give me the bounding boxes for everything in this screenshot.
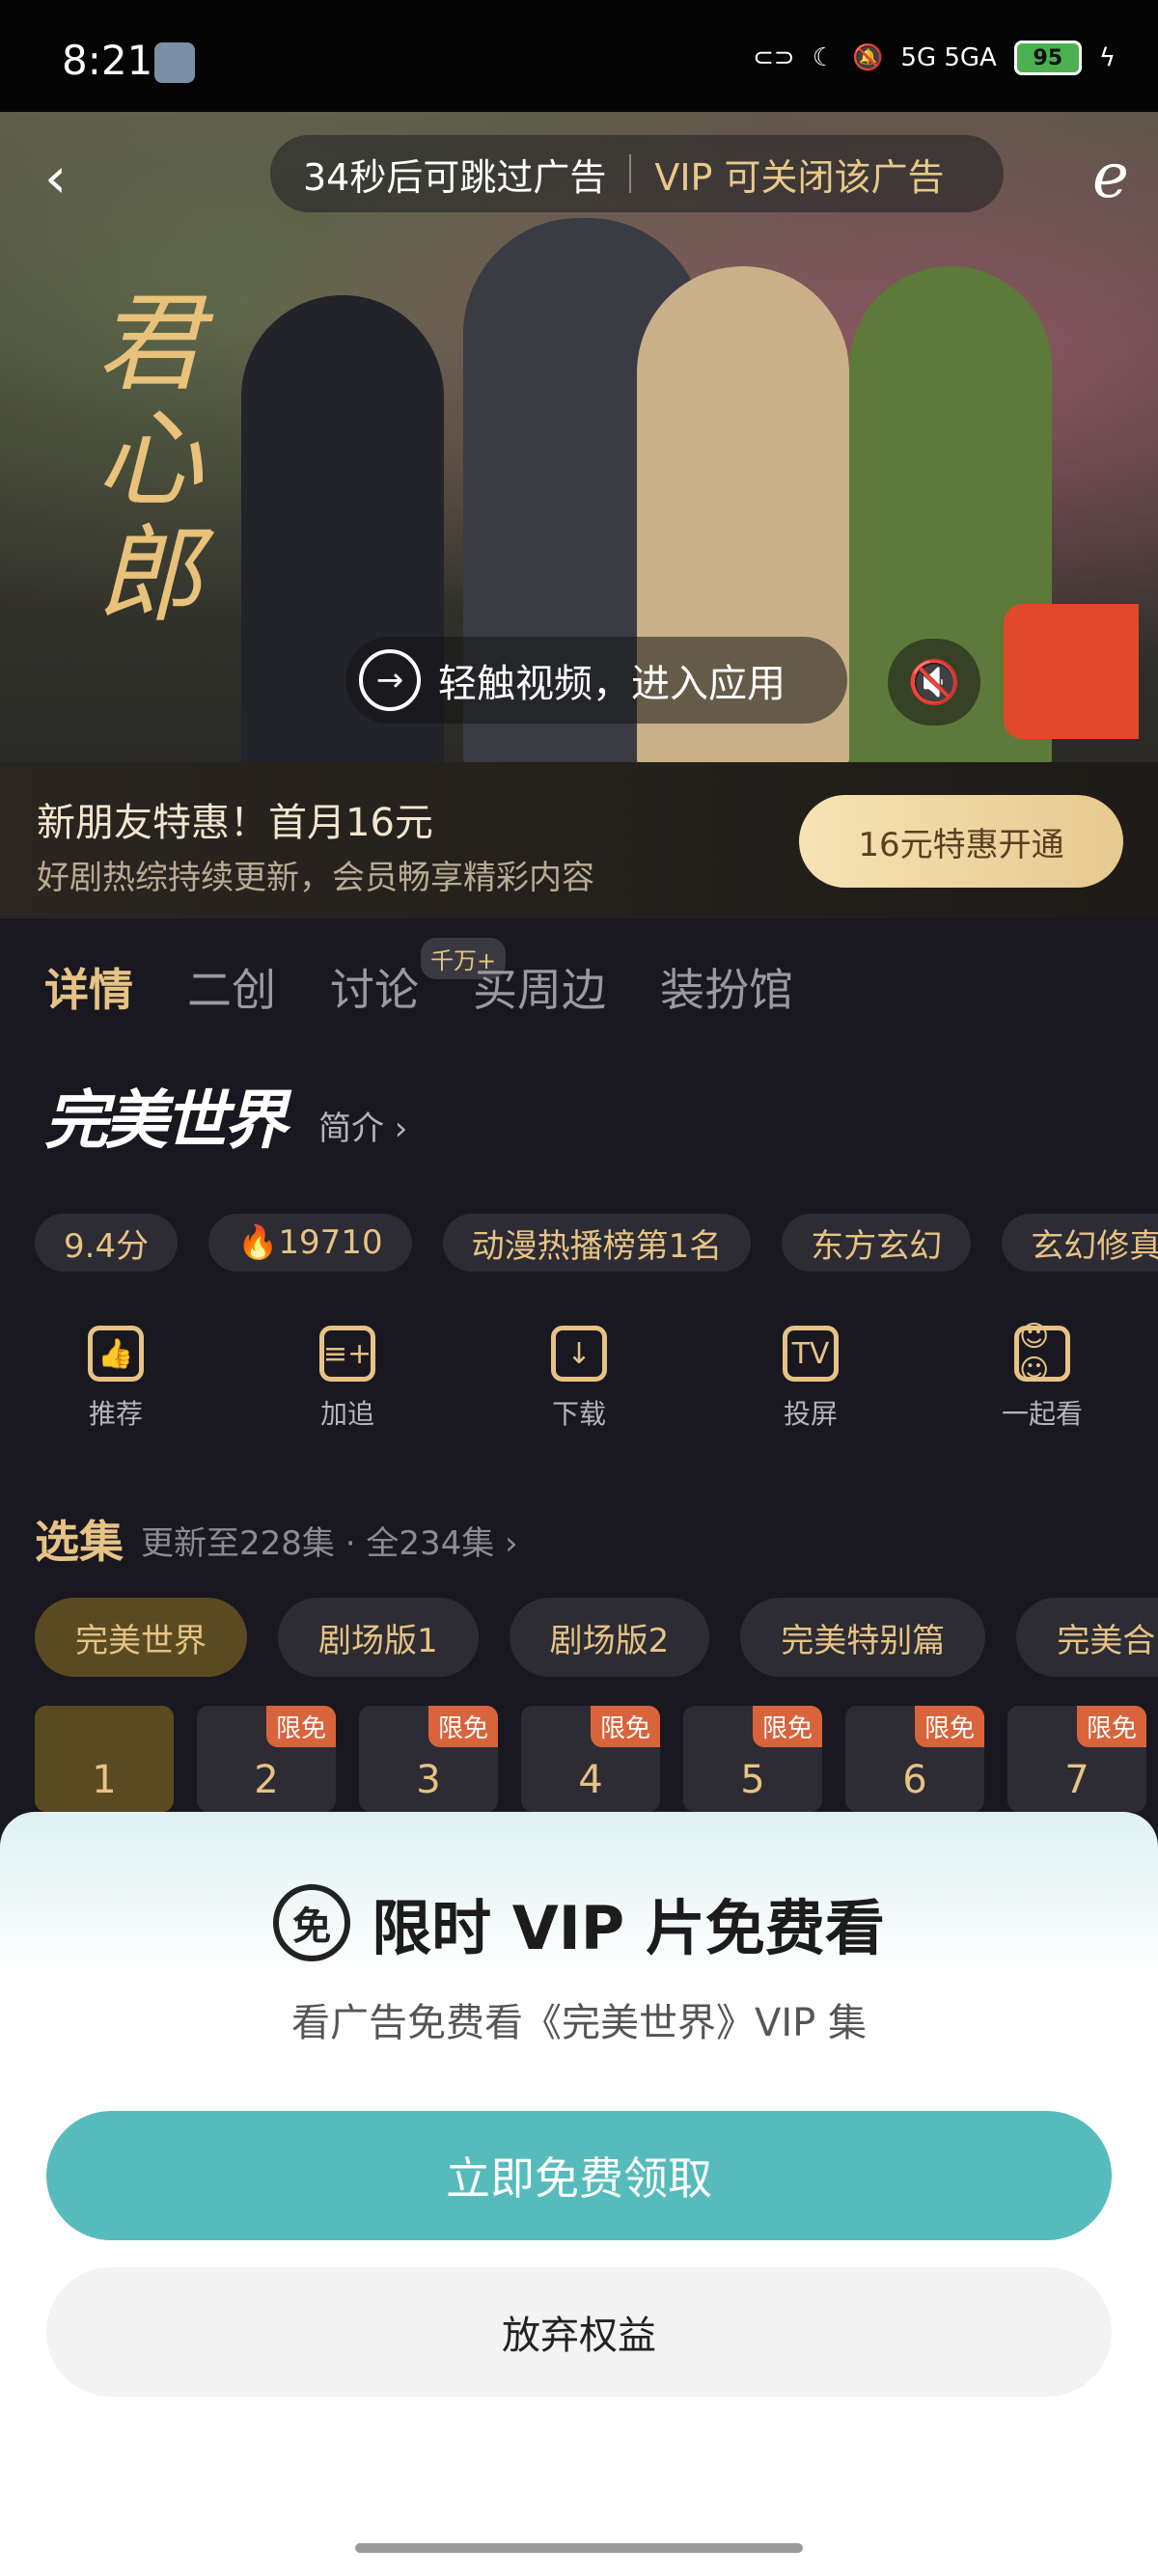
sheet-description: 看广告免费看《完美世界》VIP 集 xyxy=(291,2001,867,2045)
sheet-title: 限时 VIP 片免费看 xyxy=(372,1893,885,1963)
season-selector: 完美世界 剧场版1 剧场版2 完美特别篇 完美合 xyxy=(35,1598,1158,1677)
download-button[interactable]: ↓ 下载 xyxy=(463,1326,695,1432)
free-badge: 限免 xyxy=(752,1706,822,1747)
ad-skip-countdown: 34秒后可跳过广告 xyxy=(303,155,607,199)
episode-tile[interactable]: 限免 7 xyxy=(1007,1706,1146,1812)
season-chip[interactable]: 完美世界 xyxy=(35,1598,247,1677)
tab-discussion-label: 讨论 xyxy=(330,964,419,1016)
episode-tile[interactable]: 限免 4 xyxy=(521,1706,660,1812)
promo-subscribe-button[interactable]: 16元特惠开通 xyxy=(799,795,1123,888)
season-chip[interactable]: 完美特别篇 xyxy=(740,1598,986,1677)
ad-brand-logo xyxy=(1004,604,1139,739)
wrench-icon xyxy=(154,42,195,83)
episode-tile[interactable]: 1 xyxy=(35,1706,174,1812)
episode-tile[interactable]: 限免 2 xyxy=(197,1706,336,1812)
cast-button[interactable]: TV 投屏 xyxy=(695,1326,926,1432)
episode-number: 4 xyxy=(578,1758,603,1802)
promo-title: 新朋友特惠！首月16元 xyxy=(37,801,433,845)
rating-chip[interactable]: 9.4分 xyxy=(35,1214,179,1272)
add-to-list-icon: ≡+ xyxy=(319,1326,375,1382)
vip-close-ad-link[interactable]: VIP 可关闭该广告 xyxy=(654,148,944,201)
download-icon: ↓ xyxy=(551,1326,607,1382)
back-button[interactable]: ‹ xyxy=(44,150,102,208)
episode-number: 6 xyxy=(902,1758,927,1802)
promo-subtitle: 好剧热综持续更新，会员畅享精彩内容 xyxy=(37,859,594,897)
mute-button[interactable]: 🔇 xyxy=(888,639,980,726)
show-logo: 完美世界 xyxy=(44,1082,288,1158)
status-time: 8:21 xyxy=(62,37,153,84)
link-icon: ⊂⊃ xyxy=(753,43,795,72)
free-badge: 限免 xyxy=(427,1706,498,1747)
episode-tile[interactable]: 限免 5 xyxy=(683,1706,822,1812)
genre-chip[interactable]: 东方玄幻 xyxy=(782,1214,972,1272)
enter-app-label: 轻触视频，进入应用 xyxy=(438,662,786,706)
action-label: 推荐 xyxy=(88,1398,143,1430)
action-label: 一起看 xyxy=(1001,1398,1083,1430)
signal-icon: 5G 5GA xyxy=(900,43,997,72)
genre-chip[interactable]: 玄幻修真 xyxy=(1002,1214,1158,1272)
free-badge-icon: 免 xyxy=(273,1884,351,1961)
video-title-art: 君心郎 xyxy=(96,282,203,637)
episode-number: 5 xyxy=(740,1758,765,1802)
episode-number: 2 xyxy=(254,1758,279,1802)
status-bar: 8:21 ⊂⊃ ☾ 🔕 5G 5GA 95 ϟ xyxy=(0,0,1158,112)
telecom-logo-icon: ℯ xyxy=(1092,141,1129,212)
tab-discussion[interactable]: 讨论 千万+ xyxy=(330,938,507,1023)
episode-tile[interactable]: 限免 3 xyxy=(359,1706,498,1812)
episode-number: 3 xyxy=(416,1758,441,1802)
decline-button[interactable]: 放弃权益 xyxy=(46,2267,1112,2397)
watch-together-icon: ☺☺ xyxy=(1014,1320,1070,1387)
claim-free-button[interactable]: 立即免费领取 xyxy=(46,2111,1112,2240)
charging-icon: ϟ xyxy=(1098,43,1116,72)
action-label: 加追 xyxy=(319,1398,374,1430)
free-vip-sheet: 免 限时 VIP 片免费看 看广告免费看《完美世界》VIP 集 立即免费领取 放… xyxy=(0,1812,1158,2576)
tab-fan-creations[interactable]: 二创 xyxy=(187,955,276,1023)
tab-details[interactable]: 详情 xyxy=(44,955,133,1023)
follow-button[interactable]: ≡+ 加追 xyxy=(232,1326,463,1432)
action-bar: 👍 推荐 ≡+ 加追 ↓ 下载 TV 投屏 ☺☺ 一起看 xyxy=(0,1320,1158,1432)
tab-dressup[interactable]: 装扮馆 xyxy=(660,955,793,1023)
episode-number: 7 xyxy=(1064,1758,1089,1802)
free-badge: 限免 xyxy=(265,1706,336,1747)
episode-section-title: 选集 xyxy=(35,1516,124,1568)
free-badge: 限免 xyxy=(914,1706,984,1747)
episode-update-info[interactable]: 更新至228集 · 全234集 › xyxy=(141,1517,518,1564)
free-badge: 限免 xyxy=(1076,1706,1146,1747)
tag-chips: 9.4分 🔥19710 动漫热播榜第1名 东方玄幻 玄幻修真 xyxy=(35,1214,1158,1272)
vip-promo-banner: 新朋友特惠！首月16元 好剧热综持续更新，会员畅享精彩内容 16元特惠开通 xyxy=(0,762,1158,918)
intro-link[interactable]: 简介 › xyxy=(318,1102,407,1149)
tv-cast-icon: TV xyxy=(783,1326,839,1382)
divider xyxy=(629,154,632,193)
mute-bell-icon: 🔕 xyxy=(852,43,884,72)
sheet-header: 免 限时 VIP 片免费看 xyxy=(0,1879,1158,1966)
home-indicator[interactable] xyxy=(355,2543,803,2553)
action-label: 下载 xyxy=(551,1398,606,1430)
enter-arrow-icon: → xyxy=(359,649,421,711)
season-chip[interactable]: 剧场版2 xyxy=(509,1598,710,1677)
episode-grid: 1 限免 2 限免 3 限免 4 限免 5 限免 6 限免 7 xyxy=(35,1706,1146,1812)
video-player[interactable]: ‹ 34秒后可跳过广告 VIP 可关闭该广告 ℯ 君心郎 → 轻触视频，进入应用… xyxy=(0,112,1158,762)
speaker-muted-icon: 🔇 xyxy=(907,658,961,707)
moon-icon: ☾ xyxy=(812,43,836,72)
status-icons: ⊂⊃ ☾ 🔕 5G 5GA 95 ϟ xyxy=(753,41,1116,75)
enter-app-button[interactable]: → 轻触视频，进入应用 xyxy=(345,637,847,724)
action-label: 投屏 xyxy=(783,1398,838,1430)
tab-merch[interactable]: 买周边 xyxy=(473,955,606,1023)
recommend-button[interactable]: 👍 推荐 xyxy=(0,1326,232,1432)
season-chip[interactable]: 完美合 xyxy=(1016,1598,1158,1677)
episode-tile[interactable]: 限免 6 xyxy=(845,1706,984,1812)
watch-together-button[interactable]: ☺☺ 一起看 xyxy=(926,1320,1158,1432)
season-chip[interactable]: 剧场版1 xyxy=(278,1598,479,1677)
ad-skip-bar[interactable]: 34秒后可跳过广告 VIP 可关闭该广告 xyxy=(270,135,1004,212)
episode-number: 1 xyxy=(92,1758,117,1802)
heat-chip[interactable]: 🔥19710 xyxy=(208,1214,412,1272)
free-badge: 限免 xyxy=(590,1706,660,1747)
thumbs-up-icon: 👍 xyxy=(88,1326,144,1382)
detail-tabs: 详情 二创 讨论 千万+ 买周边 装扮馆 xyxy=(44,938,793,1023)
ranking-chip[interactable]: 动漫热播榜第1名 xyxy=(442,1214,752,1272)
battery-icon: 95 xyxy=(1013,41,1082,75)
